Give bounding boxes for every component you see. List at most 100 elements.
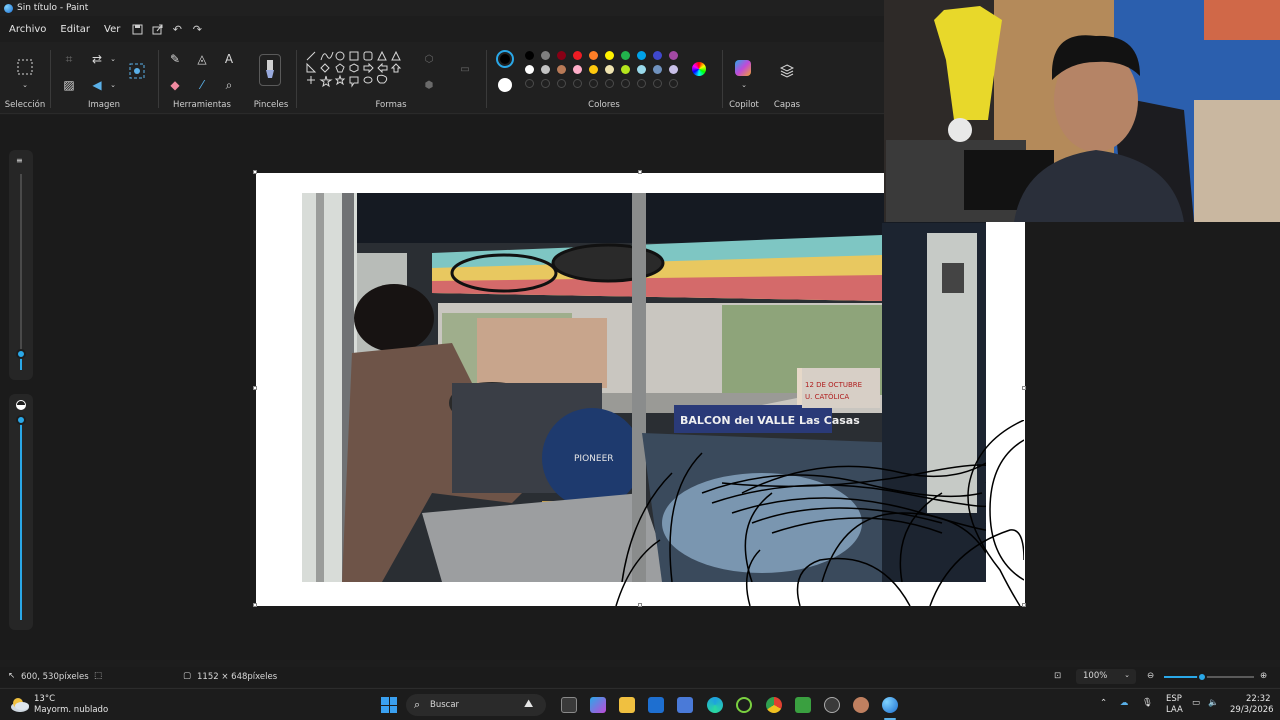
palette-color-swatch[interactable] (669, 51, 678, 60)
color-picker-icon[interactable]: ⁄ (193, 76, 211, 94)
language-top[interactable]: ESP (1166, 694, 1182, 704)
canvas-resize-handle[interactable] (253, 603, 257, 607)
undo-icon[interactable]: ↶ (169, 21, 185, 37)
palette-color-swatch[interactable] (605, 51, 614, 60)
custom-color-slot[interactable] (541, 79, 550, 88)
custom-color-slot[interactable] (621, 79, 630, 88)
rotate-chevron-down-icon[interactable]: ⌄ (104, 76, 122, 94)
copilot-chevron-down-icon[interactable]: ⌄ (735, 76, 753, 94)
zoom-slider[interactable] (1196, 672, 1207, 682)
upwork-icon[interactable] (736, 697, 752, 713)
task-view-icon[interactable] (561, 697, 577, 713)
brush-size-slider[interactable] (16, 349, 26, 360)
palette-color-swatch[interactable] (637, 65, 646, 74)
windows-start-icon[interactable] (381, 697, 397, 713)
canvas-resize-handle[interactable] (638, 170, 642, 174)
crop-icon[interactable]: ⌗ (60, 50, 78, 68)
save-icon[interactable] (129, 21, 145, 37)
pencil-icon[interactable]: ✎ (166, 50, 184, 68)
menu-file[interactable]: Archivo (4, 21, 51, 38)
onedrive-icon[interactable]: ☁ (1120, 698, 1129, 708)
palette-color-swatch[interactable] (525, 51, 534, 60)
custom-color-slot[interactable] (669, 79, 678, 88)
palette-color-swatch[interactable] (557, 65, 566, 74)
language-bottom[interactable]: LAA (1166, 705, 1183, 715)
profile-app-icon[interactable] (853, 697, 869, 713)
show-hidden-icons-chevron[interactable]: ⌃ (1100, 698, 1107, 708)
microphone-icon[interactable]: 🎙 (1142, 698, 1153, 708)
outline-icon[interactable]: ⬡ (420, 50, 438, 68)
text-icon[interactable]: A (220, 50, 238, 68)
menu-view[interactable]: Ver (99, 21, 125, 38)
palette-color-swatch[interactable] (669, 65, 678, 74)
store-icon[interactable] (677, 697, 693, 713)
brush-button[interactable] (259, 54, 281, 86)
palette-color-swatch[interactable] (573, 65, 582, 74)
fill-icon[interactable]: ⬢ (420, 76, 438, 94)
canvas-resize-handle[interactable] (253, 386, 257, 390)
custom-color-slot[interactable] (557, 79, 566, 88)
palette-color-swatch[interactable] (541, 51, 550, 60)
canvas-resize-handle[interactable] (253, 170, 257, 174)
magnifier-icon[interactable]: ⌕ (220, 76, 238, 94)
opacity-slider[interactable] (16, 415, 26, 425)
custom-color-slot[interactable] (605, 79, 614, 88)
zoom-out-icon[interactable]: ⊖ (1147, 671, 1154, 681)
steam-icon[interactable] (824, 697, 840, 713)
palette-color-swatch[interactable] (621, 65, 630, 74)
custom-color-slot[interactable] (573, 79, 582, 88)
canvas-resize-handle[interactable] (1022, 386, 1026, 390)
eraser-icon[interactable]: ◆ (166, 76, 184, 94)
edge-icon[interactable] (707, 697, 723, 713)
shapes-gallery[interactable] (304, 50, 408, 98)
resize-chevron-down-icon[interactable]: ⌄ (104, 50, 122, 68)
outlook-icon[interactable] (648, 697, 664, 713)
minecraft-icon[interactable] (795, 697, 811, 713)
background-removal-icon[interactable] (128, 62, 146, 80)
fit-to-window-icon[interactable]: ⊡ (1054, 671, 1061, 681)
palette-color-swatch[interactable] (621, 51, 630, 60)
zoom-select[interactable]: 100% ⌄ (1076, 669, 1136, 684)
custom-color-slot[interactable] (525, 79, 534, 88)
paint-taskbar-icon[interactable] (882, 697, 898, 713)
palette-color-swatch[interactable] (525, 65, 534, 74)
custom-color-slot[interactable] (589, 79, 598, 88)
palette-color-swatch[interactable] (653, 65, 662, 74)
weather-widget[interactable] (10, 695, 30, 713)
edit-colors-icon[interactable] (692, 62, 706, 76)
palette-color-swatch[interactable] (557, 51, 566, 60)
copilot-icon[interactable] (735, 60, 751, 76)
copilot-app-icon[interactable] (590, 697, 606, 713)
palette-color-swatch[interactable] (637, 51, 646, 60)
display-icon[interactable]: ▭ (1192, 698, 1200, 708)
menu-edit[interactable]: Editar (55, 21, 95, 38)
secondary-color-button[interactable] (498, 78, 512, 92)
taskbar-search[interactable]: ⌕ Buscar ⛰ (406, 694, 546, 716)
selection-icon[interactable] (16, 58, 34, 76)
palette-color-swatch[interactable] (541, 65, 550, 74)
fill-bucket-icon[interactable]: ◬ (193, 50, 211, 68)
primary-color-button[interactable] (496, 50, 514, 68)
palette-color-swatch[interactable] (589, 65, 598, 74)
volume-icon[interactable]: 🔈 (1208, 698, 1219, 708)
selection-chevron-down-icon[interactable]: ⌄ (16, 76, 34, 94)
search-highlight-icon: ⛰ (524, 697, 534, 710)
file-explorer-icon[interactable] (619, 697, 635, 713)
image-fill-icon[interactable]: ▨ (60, 76, 78, 94)
palette-color-swatch[interactable] (573, 51, 582, 60)
custom-color-slot[interactable] (637, 79, 646, 88)
palette-color-swatch[interactable] (589, 51, 598, 60)
zoom-in-icon[interactable]: ⊕ (1260, 671, 1267, 681)
shape-size-icon[interactable]: ▭ (456, 60, 474, 78)
redo-icon[interactable]: ↷ (189, 21, 205, 37)
chrome-icon[interactable] (766, 697, 782, 713)
layers-icon[interactable] (778, 62, 796, 80)
brush-size-track[interactable] (20, 174, 22, 370)
clock-date[interactable]: 29/3/2026 (1230, 705, 1274, 715)
clock-time[interactable]: 22:32 (1246, 694, 1271, 704)
share-icon[interactable] (149, 21, 165, 37)
palette-color-swatch[interactable] (605, 65, 614, 74)
custom-color-slot[interactable] (653, 79, 662, 88)
copilot-group: ⌄ Copilot (724, 42, 764, 114)
palette-color-swatch[interactable] (653, 51, 662, 60)
